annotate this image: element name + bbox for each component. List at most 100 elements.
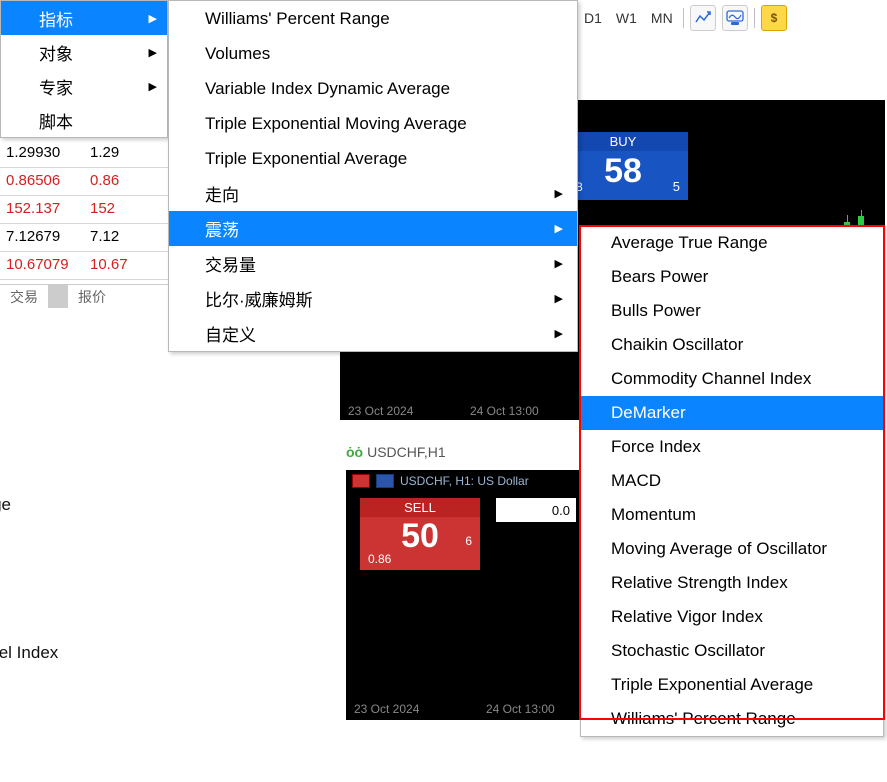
menu-item-bears[interactable]: Bears Power — [581, 260, 883, 294]
tf-w1[interactable]: W1 — [612, 8, 641, 28]
menu-item-label: Force Index — [611, 437, 701, 457]
menu-item-trend[interactable]: 走向 ▶ — [169, 176, 577, 211]
menu-item-volumes[interactable]: Volumes — [169, 36, 577, 71]
price-row[interactable]: 7.126797.12 — [0, 224, 168, 252]
price-row[interactable]: 152.137152 — [0, 196, 168, 224]
menu-item-label: Bears Power — [611, 267, 708, 287]
candles-icon: ȯȯ — [346, 444, 363, 460]
menu-item-scripts[interactable]: 脚本 — [1, 103, 167, 137]
menu-item-tema[interactable]: Triple Exponential Moving Average — [169, 106, 577, 141]
chevron-right-icon: ▶ — [149, 46, 157, 59]
chart-time-left: 23 Oct 2024 — [354, 702, 419, 716]
chevron-right-icon: ▶ — [555, 257, 563, 270]
menu-item-stochastic[interactable]: Stochastic Oscillator — [581, 634, 883, 668]
menu-item-label: Variable Index Dynamic Average — [205, 79, 450, 99]
menu-item-label: Triple Exponential Average — [205, 149, 407, 169]
dollar-icon[interactable]: $ — [761, 5, 787, 31]
list-item[interactable]: ndex — [0, 708, 210, 745]
chart-time-right: 24 Oct 13:00 — [486, 702, 555, 716]
list-item[interactable]: Power — [0, 523, 210, 560]
chevron-right-icon: ▶ — [555, 292, 563, 305]
list-item[interactable]: odity Channel Index — [0, 634, 210, 671]
chevron-right-icon: ▶ — [555, 222, 563, 235]
toolbar: D1 W1 MN $ — [580, 4, 787, 32]
price-row[interactable]: 0.865060.86 — [0, 168, 168, 196]
menu-item-atr[interactable]: Average True Range — [581, 226, 883, 260]
menu-item-label: MACD — [611, 471, 661, 491]
tab-quote[interactable]: 报价 — [68, 285, 116, 308]
chart-symbol-label: USDCHF,H1 — [367, 444, 446, 460]
list-item[interactable]: e True Range — [0, 486, 210, 523]
chart-line-icon[interactable] — [690, 5, 716, 31]
menu-item-label: Commodity Channel Index — [611, 369, 811, 389]
menu-item-label: Triple Exponential Moving Average — [205, 114, 467, 134]
menu-item-objects[interactable]: 对象 ▶ — [1, 35, 167, 69]
sell-price-exp: 6 — [465, 534, 472, 548]
menu-item-macd[interactable]: MACD — [581, 464, 883, 498]
menu-item-label: 交易量 — [205, 251, 256, 276]
menu-item-bill-williams[interactable]: 比尔·威廉姆斯 ▶ — [169, 281, 577, 316]
menu-item-label: 自定义 — [205, 321, 256, 346]
menu-item-bulls[interactable]: Bulls Power — [581, 294, 883, 328]
menu-item-trix2[interactable]: Triple Exponential Average — [581, 668, 883, 702]
list-item[interactable]: ntum — [0, 745, 210, 782]
cropped-list: e True Range Power ower n Oscillator odi… — [0, 486, 210, 782]
menu-item-label: 走向 — [205, 181, 239, 206]
sell-price-big: 50 — [401, 517, 439, 555]
menu-item-chaikin[interactable]: Chaikin Oscillator — [581, 328, 883, 362]
context-menu-insert: 指标 ▶ 对象 ▶ 专家 ▶ 脚本 — [0, 0, 168, 138]
menu-item-label: Triple Exponential Average — [611, 675, 813, 695]
chevron-right-icon: ▶ — [555, 187, 563, 200]
list-item[interactable]: ker — [0, 671, 210, 708]
menu-item-volume-group[interactable]: 交易量 ▶ — [169, 246, 577, 281]
sell-price-prefix: 0.86 — [368, 552, 391, 566]
list-item[interactable]: ower — [0, 560, 210, 597]
menu-item-experts[interactable]: 专家 ▶ — [1, 69, 167, 103]
menu-item-force[interactable]: Force Index — [581, 430, 883, 464]
menu-item-label: DeMarker — [611, 403, 686, 423]
price-row[interactable]: 10.6707910.67 — [0, 252, 168, 280]
menu-item-rvi[interactable]: Relative Vigor Index — [581, 600, 883, 634]
price-grid: 1.299301.29 0.865060.86 152.137152 7.126… — [0, 140, 168, 280]
panel-tabs: 交易 报价 — [0, 284, 168, 308]
chevron-right-icon: ▶ — [149, 80, 157, 93]
menu-item-rsi[interactable]: Relative Strength Index — [581, 566, 883, 600]
menu-item-custom[interactable]: 自定义 ▶ — [169, 316, 577, 351]
menu-item-oscillators[interactable]: 震荡 ▶ — [169, 211, 577, 246]
lot-input[interactable]: 0.0 — [496, 498, 576, 522]
sell-button[interactable]: SELL 0.86 50 6 — [360, 498, 480, 570]
menu-item-label: Relative Vigor Index — [611, 607, 763, 627]
menu-item-label: 比尔·威廉姆斯 — [205, 286, 313, 311]
chart-time-right: 24 Oct 13:00 — [470, 404, 539, 418]
menu-item-osma[interactable]: Moving Average of Oscillator — [581, 532, 883, 566]
menu-item-label: Relative Strength Index — [611, 573, 788, 593]
chart-time-left: 23 Oct 2024 — [348, 404, 413, 418]
menu-item-vidya[interactable]: Variable Index Dynamic Average — [169, 71, 577, 106]
menu-item-wpr2[interactable]: Williams' Percent Range — [581, 702, 883, 736]
menu-item-label: 指标 — [39, 6, 73, 31]
chevron-right-icon: ▶ — [555, 327, 563, 340]
menu-item-demarker[interactable]: DeMarker — [581, 396, 883, 430]
price-row[interactable]: 1.299301.29 — [0, 140, 168, 168]
indicator-panel-icon[interactable] — [722, 5, 748, 31]
tf-mn[interactable]: MN — [647, 8, 677, 28]
tab-trade[interactable]: 交易 — [0, 285, 48, 308]
flag-icon — [376, 474, 394, 488]
menu-item-label: Williams' Percent Range — [611, 709, 796, 729]
submenu-oscillators: Average True Range Bears Power Bulls Pow… — [580, 225, 884, 737]
menu-item-cci[interactable]: Commodity Channel Index — [581, 362, 883, 396]
menu-item-trix[interactable]: Triple Exponential Average — [169, 141, 577, 176]
menu-item-label: Momentum — [611, 505, 696, 525]
tf-d1[interactable]: D1 — [580, 8, 606, 28]
menu-item-williams-pr[interactable]: Williams' Percent Range — [169, 1, 577, 36]
menu-item-label: 震荡 — [205, 216, 239, 241]
list-item[interactable]: n Oscillator — [0, 597, 210, 634]
menu-item-indicators[interactable]: 指标 ▶ — [1, 1, 167, 35]
buy-price-big: 58 — [604, 152, 642, 190]
chart-inner-title: USDCHF, H1: US Dollar — [400, 474, 529, 488]
submenu-indicators: Williams' Percent Range Volumes Variable… — [168, 0, 578, 352]
menu-item-momentum[interactable]: Momentum — [581, 498, 883, 532]
menu-item-label: Chaikin Oscillator — [611, 335, 743, 355]
buy-price-exp: 5 — [673, 179, 680, 194]
menu-item-label: Stochastic Oscillator — [611, 641, 765, 661]
